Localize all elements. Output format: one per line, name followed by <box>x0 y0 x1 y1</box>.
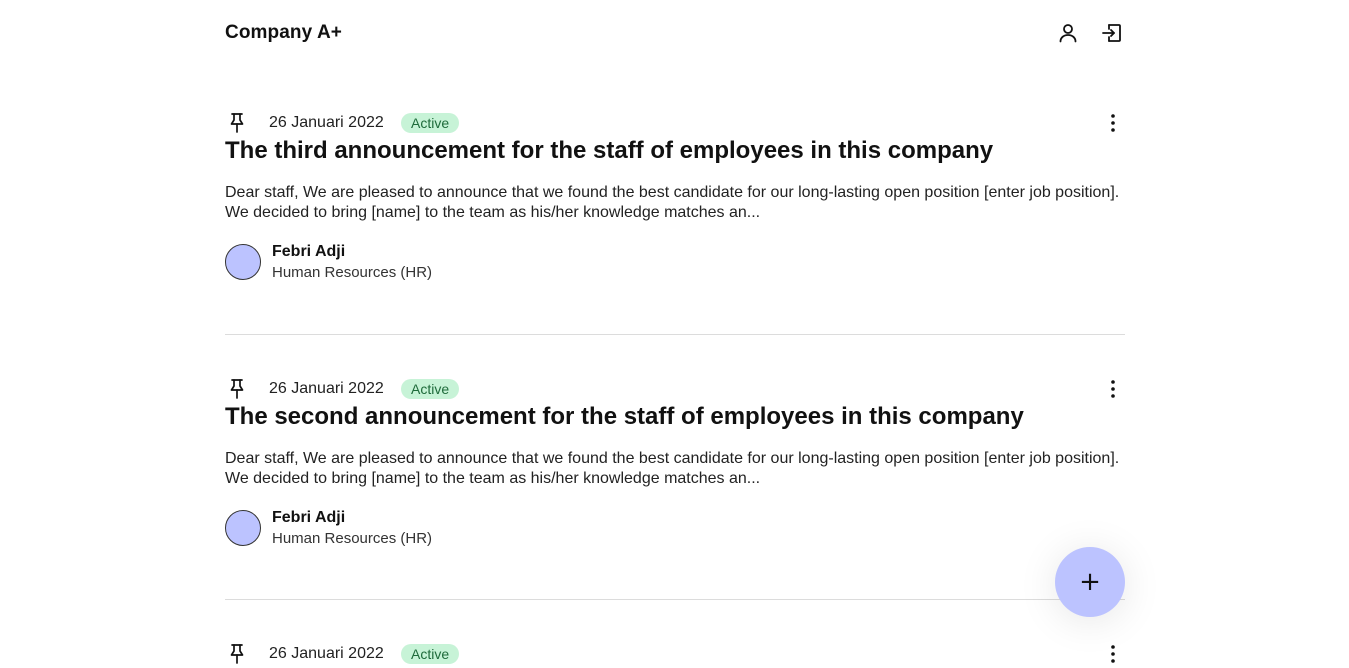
add-announcement-button[interactable]: + <box>1055 547 1125 617</box>
post-author: Febri Adji Human Resources (HR) <box>225 509 625 549</box>
post-divider <box>225 334 1125 335</box>
pin-icon[interactable] <box>225 642 249 666</box>
top-bar: Company A+ <box>225 0 1125 66</box>
avatar <box>225 244 261 280</box>
post-date: 26 Januari 2022 <box>269 645 384 662</box>
plus-icon: + <box>1079 567 1101 597</box>
post-title[interactable]: The third announcement for the staff of … <box>225 137 993 165</box>
status-badge: Active <box>401 113 460 133</box>
post-divider <box>225 599 1125 600</box>
author-name: Febri Adji <box>272 509 346 526</box>
post-excerpt: Dear staff, We are pleased to announce t… <box>225 450 1120 487</box>
author-name: Febri Adji <box>272 243 346 260</box>
author-role: Human Resources (HR) <box>272 264 433 281</box>
post-meta: 26 Januari 2022 Active <box>225 642 1125 668</box>
brand-title[interactable]: Company A+ <box>225 22 342 44</box>
avatar <box>225 510 261 546</box>
pin-icon[interactable] <box>225 111 249 135</box>
post-date: 26 Januari 2022 <box>269 380 384 397</box>
more-options-icon[interactable] <box>1101 642 1125 666</box>
author-role: Human Resources (HR) <box>272 530 433 547</box>
pin-icon[interactable] <box>225 377 249 401</box>
post-meta: 26 Januari 2022 Active <box>225 377 1125 403</box>
user-icon[interactable] <box>1056 21 1080 45</box>
status-badge: Active <box>401 379 460 399</box>
more-options-icon[interactable] <box>1101 377 1125 401</box>
post-title[interactable]: The second announcement for the staff of… <box>225 403 1024 431</box>
logout-icon[interactable] <box>1100 21 1124 45</box>
post-excerpt: Dear staff, We are pleased to announce t… <box>225 184 1120 221</box>
more-options-icon[interactable] <box>1101 111 1125 135</box>
post-author: Febri Adji Human Resources (HR) <box>225 243 625 283</box>
post-meta: 26 Januari 2022 Active <box>225 111 1125 137</box>
post-date: 26 Januari 2022 <box>269 114 384 131</box>
status-badge: Active <box>401 644 460 664</box>
